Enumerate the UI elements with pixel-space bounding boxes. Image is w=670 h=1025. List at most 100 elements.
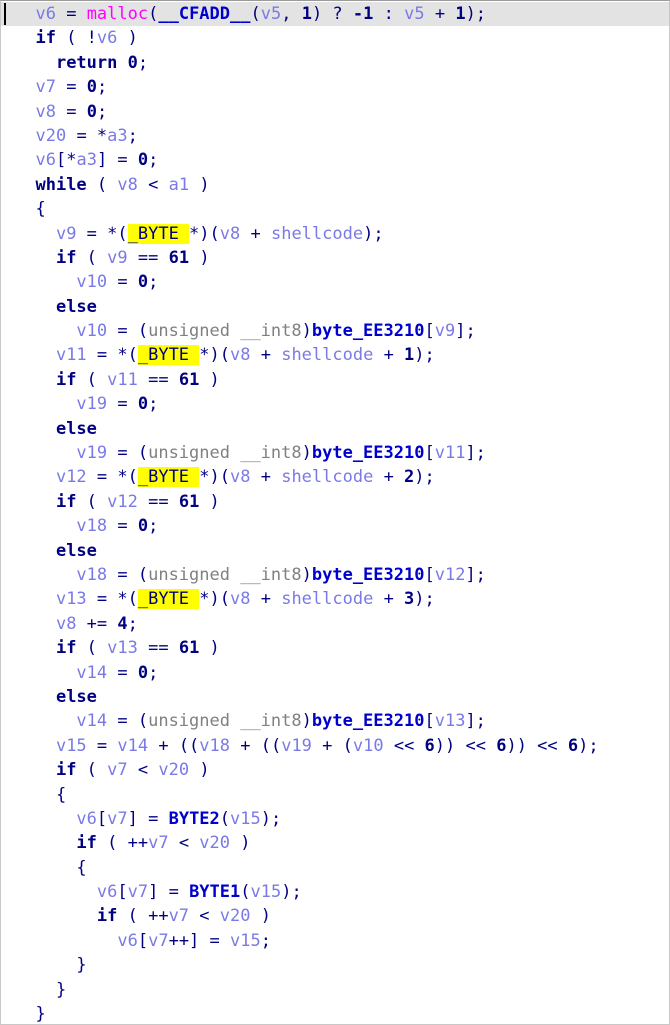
- code-line[interactable]: if ( v13 == 61 ): [1, 636, 669, 660]
- token-variable[interactable]: v15: [56, 736, 87, 756]
- code-line[interactable]: }: [1, 978, 669, 1002]
- code-line[interactable]: v13 = *(_BYTE *)(v8 + shellcode + 3);: [1, 587, 669, 611]
- token-variable[interactable]: v20: [220, 906, 251, 926]
- code-line[interactable]: else: [1, 295, 669, 319]
- token-variable[interactable]: v9: [435, 321, 455, 341]
- token-variable[interactable]: v6: [35, 150, 55, 170]
- code-line[interactable]: v10 = (unsigned __int8)byte_EE3210[v9];: [1, 319, 669, 343]
- token-variable[interactable]: v6: [117, 931, 137, 951]
- token-variable[interactable]: v20: [158, 760, 189, 780]
- token-variable[interactable]: v18: [199, 736, 230, 756]
- token-variable[interactable]: v13: [56, 589, 87, 609]
- token-variable[interactable]: v8: [230, 345, 250, 365]
- token-variable[interactable]: shellcode: [271, 224, 363, 244]
- token-variable[interactable]: v7: [128, 882, 148, 902]
- token-variable[interactable]: v8: [56, 614, 76, 634]
- token-variable[interactable]: v8: [230, 467, 250, 487]
- code-line[interactable]: v6 = malloc(__CFADD__(v5, 1) ? -1 : v5 +…: [1, 2, 669, 27]
- token-variable[interactable]: v18: [76, 565, 107, 585]
- token-highlighted-token[interactable]: _BYTE: [137, 467, 200, 488]
- code-line[interactable]: return 0;: [1, 51, 669, 75]
- code-line[interactable]: {: [1, 783, 669, 807]
- code-line[interactable]: v6[v7++] = v15;: [1, 929, 669, 953]
- token-variable[interactable]: a3: [107, 126, 127, 146]
- code-line[interactable]: v9 = *(_BYTE *)(v8 + shellcode);: [1, 222, 669, 246]
- token-variable[interactable]: v18: [76, 516, 107, 536]
- code-line[interactable]: if ( v9 == 61 ): [1, 246, 669, 270]
- code-line[interactable]: v6[v7] = BYTE2(v15);: [1, 807, 669, 831]
- code-line[interactable]: v14 = (unsigned __int8)byte_EE3210[v13];: [1, 709, 669, 733]
- token-variable[interactable]: v7: [107, 809, 127, 829]
- token-variable[interactable]: v15: [230, 809, 261, 829]
- token-variable[interactable]: shellcode: [281, 345, 373, 365]
- code-line[interactable]: v15 = v14 + ((v18 + ((v19 + (v10 << 6)) …: [1, 734, 669, 758]
- code-line[interactable]: if ( v12 == 61 ): [1, 490, 669, 514]
- code-line[interactable]: v20 = *a3;: [1, 124, 669, 148]
- token-variable[interactable]: a3: [76, 150, 96, 170]
- token-variable[interactable]: v7: [148, 931, 168, 951]
- token-variable[interactable]: v14: [76, 663, 107, 683]
- token-variable[interactable]: v8: [230, 589, 250, 609]
- code-line[interactable]: v18 = (unsigned __int8)byte_EE3210[v12];: [1, 563, 669, 587]
- token-variable[interactable]: v5: [261, 4, 281, 24]
- token-variable[interactable]: v5: [404, 4, 424, 24]
- token-variable[interactable]: v20: [199, 833, 230, 853]
- token-variable[interactable]: v6: [97, 882, 117, 902]
- token-variable[interactable]: v9: [56, 224, 76, 244]
- code-line[interactable]: v18 = 0;: [1, 514, 669, 538]
- token-variable[interactable]: v9: [107, 248, 127, 268]
- token-global-symbol[interactable]: byte_EE3210: [312, 565, 425, 585]
- code-line[interactable]: else: [1, 417, 669, 441]
- token-variable[interactable]: v13: [435, 711, 466, 731]
- token-variable[interactable]: v15: [251, 882, 282, 902]
- token-variable[interactable]: v19: [76, 394, 107, 414]
- token-variable[interactable]: v6: [97, 28, 117, 48]
- code-line[interactable]: if ( ++v7 < v20 ): [1, 904, 669, 928]
- code-line[interactable]: v7 = 0;: [1, 75, 669, 99]
- code-line[interactable]: v10 = 0;: [1, 270, 669, 294]
- code-line[interactable]: else: [1, 685, 669, 709]
- token-macro[interactable]: __CFADD__: [158, 4, 250, 24]
- token-variable[interactable]: v8: [220, 224, 240, 244]
- code-line[interactable]: if ( v7 < v20 ): [1, 758, 669, 782]
- token-variable[interactable]: v12: [435, 565, 466, 585]
- token-highlighted-token[interactable]: _BYTE: [137, 345, 200, 366]
- pseudocode-view[interactable]: v6 = malloc(__CFADD__(v5, 1) ? -1 : v5 +…: [0, 0, 670, 1025]
- token-variable[interactable]: v7: [107, 760, 127, 780]
- code-line[interactable]: if ( ++v7 < v20 ): [1, 831, 669, 855]
- code-line[interactable]: }: [1, 953, 669, 977]
- token-variable[interactable]: v11: [435, 443, 466, 463]
- token-variable[interactable]: v6: [35, 4, 55, 24]
- code-line[interactable]: v8 += 4;: [1, 612, 669, 636]
- token-variable[interactable]: v14: [117, 736, 148, 756]
- code-line[interactable]: {: [1, 197, 669, 221]
- token-variable[interactable]: v7: [148, 833, 168, 853]
- token-variable[interactable]: shellcode: [281, 467, 373, 487]
- code-line[interactable]: if ( v11 == 61 ): [1, 368, 669, 392]
- code-line[interactable]: v11 = *(_BYTE *)(v8 + shellcode + 1);: [1, 343, 669, 367]
- code-line[interactable]: else: [1, 539, 669, 563]
- code-line[interactable]: v6[*a3] = 0;: [1, 148, 669, 172]
- code-line[interactable]: v19 = (unsigned __int8)byte_EE3210[v11];: [1, 441, 669, 465]
- token-variable[interactable]: v20: [35, 126, 66, 146]
- token-variable[interactable]: v12: [107, 492, 138, 512]
- token-variable[interactable]: v7: [169, 906, 189, 926]
- token-global-symbol[interactable]: byte_EE3210: [312, 443, 425, 463]
- token-variable[interactable]: v12: [56, 467, 87, 487]
- code-line[interactable]: {: [1, 856, 669, 880]
- token-variable[interactable]: v19: [76, 443, 107, 463]
- token-highlighted-token[interactable]: _BYTE: [137, 589, 200, 610]
- code-listing[interactable]: v6 = malloc(__CFADD__(v5, 1) ? -1 : v5 +…: [1, 2, 669, 1024]
- token-variable[interactable]: shellcode: [281, 589, 373, 609]
- token-variable[interactable]: v10: [76, 272, 107, 292]
- code-line[interactable]: v14 = 0;: [1, 661, 669, 685]
- token-global-symbol[interactable]: byte_EE3210: [312, 711, 425, 731]
- token-highlighted-token[interactable]: _BYTE: [127, 223, 190, 244]
- token-variable[interactable]: v15: [230, 931, 261, 951]
- token-variable[interactable]: v10: [353, 736, 384, 756]
- token-variable[interactable]: v6: [76, 809, 96, 829]
- token-variable[interactable]: v7: [35, 77, 55, 97]
- token-global-symbol[interactable]: byte_EE3210: [312, 321, 425, 341]
- token-variable[interactable]: v14: [76, 711, 107, 731]
- token-function-call[interactable]: malloc: [87, 4, 148, 24]
